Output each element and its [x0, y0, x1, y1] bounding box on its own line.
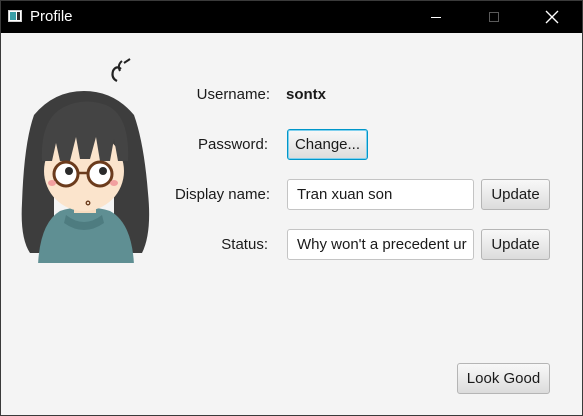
- avatar: [21, 58, 150, 263]
- username-value: sontx: [286, 86, 327, 103]
- look-good-button[interactable]: Look Good: [457, 363, 550, 394]
- profile-window: Profile Username: sontx Password: Change…: [0, 0, 583, 416]
- maximize-icon: [489, 12, 499, 22]
- status-label: Status:: [221, 236, 268, 253]
- update-display-name-button[interactable]: Update: [481, 179, 550, 210]
- close-button[interactable]: [529, 1, 575, 33]
- update-status-button[interactable]: Update: [481, 229, 550, 260]
- minimize-button[interactable]: [413, 1, 459, 33]
- maximize-button[interactable]: [471, 1, 517, 33]
- display-name-field[interactable]: Tran xuan son: [287, 179, 474, 210]
- close-icon: [545, 10, 559, 24]
- change-password-button[interactable]: Change...: [287, 129, 368, 160]
- display-name-label: Display name:: [174, 186, 270, 203]
- window-app-icon: [8, 10, 22, 22]
- minimize-icon: [431, 17, 441, 18]
- profile-content: Username: sontx Password: Change... Disp…: [1, 33, 582, 415]
- password-label: Password:: [197, 136, 268, 153]
- window-title: Profile: [30, 8, 73, 25]
- title-bar[interactable]: Profile: [1, 1, 582, 33]
- music-note-icon: [111, 58, 131, 82]
- status-field[interactable]: Why won't a precedent ur: [287, 229, 474, 260]
- username-label: Username:: [196, 86, 270, 103]
